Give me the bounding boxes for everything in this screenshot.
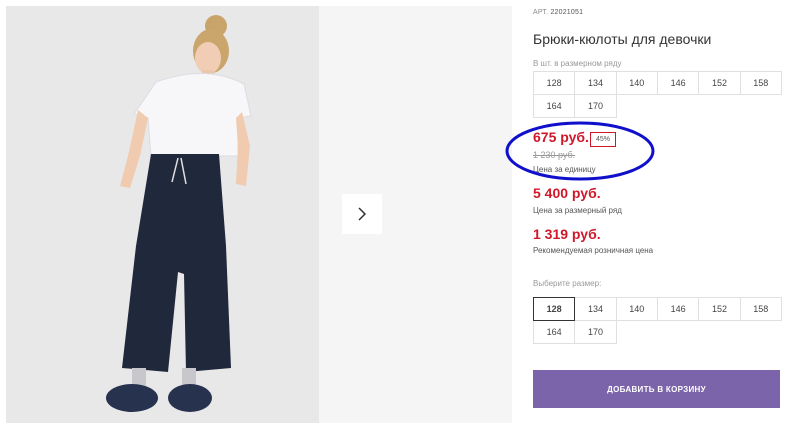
rrp-price-label: Рекомендуемая розничная цена — [533, 246, 654, 255]
size-row-cell: 134 — [574, 71, 617, 95]
size-row-cell: 152 — [698, 71, 741, 95]
size-option[interactable]: 170 — [574, 320, 617, 344]
size-row-cell: 146 — [656, 71, 700, 95]
chevron-right-icon — [358, 207, 367, 221]
set-price: 5 400 руб. — [533, 185, 601, 201]
size-option[interactable]: 140 — [615, 297, 658, 321]
unit-price: 675 руб. — [533, 129, 589, 145]
gallery-next-button[interactable] — [342, 194, 382, 234]
set-price-label: Цена за размерный ряд — [533, 206, 622, 215]
size-row-cell: 170 — [574, 94, 617, 118]
old-price: 1 230 руб. — [533, 150, 576, 160]
girl-in-culottes-image — [6, 6, 319, 423]
article-label: АРТ. — [533, 9, 549, 16]
size-option-selected[interactable]: 128 — [533, 297, 576, 321]
size-selector: 128 134 140 146 152 158 164 170 — [533, 297, 782, 344]
size-row-grid: 128 134 140 146 152 158 164 170 — [533, 71, 782, 118]
size-option[interactable]: 158 — [739, 297, 782, 321]
discount-badge: 45% — [590, 132, 616, 147]
size-row-cell: 158 — [739, 71, 782, 95]
choose-size-label: Выберите размер: — [533, 279, 602, 288]
rrp-price: 1 319 руб. — [533, 226, 601, 242]
size-row-hint: В шт. в размерном ряду — [533, 59, 622, 68]
product-title: Брюки-кюлоты для девочки — [533, 31, 712, 47]
size-row-cell: 140 — [615, 71, 658, 95]
size-row-cell: 164 — [533, 94, 576, 118]
article-number: АРТ. 22021051 — [533, 9, 583, 16]
size-option[interactable]: 164 — [533, 320, 576, 344]
size-option[interactable]: 152 — [698, 297, 741, 321]
add-to-cart-button[interactable]: ДОБАВИТЬ В КОРЗИНУ — [533, 370, 780, 408]
unit-price-label: Цена за единицу — [533, 165, 596, 174]
product-photo — [6, 6, 319, 423]
size-option[interactable]: 146 — [656, 297, 700, 321]
size-option[interactable]: 134 — [574, 297, 617, 321]
size-row-cell: 128 — [533, 71, 576, 95]
product-page: АРТ. 22021051 Брюки-кюлоты для девочки В… — [0, 0, 800, 423]
article-value: 22021051 — [550, 9, 584, 16]
